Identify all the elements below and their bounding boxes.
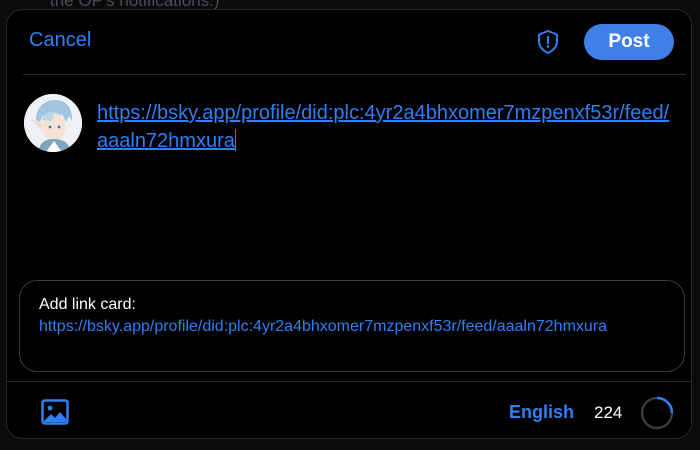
post-text-content: https://bsky.app/profile/did:plc:4yr2a4b… bbox=[97, 102, 670, 152]
post-composer-dialog: Cancel Post https://bsky.app/profile/did… bbox=[6, 9, 692, 439]
post-text-input[interactable]: https://bsky.app/profile/did:plc:4yr2a4b… bbox=[97, 99, 677, 155]
add-link-card-button[interactable]: Add link card: https://bsky.app/profile/… bbox=[19, 280, 685, 372]
text-caret bbox=[234, 129, 236, 151]
image-icon[interactable] bbox=[41, 399, 69, 425]
link-card-label: Add link card: bbox=[39, 296, 136, 313]
shield-alert-icon[interactable] bbox=[534, 28, 562, 56]
page: the OP's notifications.) Cancel Post htt… bbox=[0, 0, 700, 450]
remaining-character-count: 224 bbox=[594, 403, 623, 422]
language-selector[interactable]: English bbox=[509, 402, 574, 423]
character-count-ring bbox=[639, 395, 675, 431]
link-card-url: https://bsky.app/profile/did:plc:4yr2a4b… bbox=[39, 318, 608, 335]
composer-footer: English 224 bbox=[7, 382, 691, 438]
cancel-button[interactable]: Cancel bbox=[29, 29, 91, 52]
post-button[interactable]: Post bbox=[584, 24, 674, 60]
composer-header: Cancel Post bbox=[7, 10, 691, 74]
header-divider bbox=[23, 74, 686, 75]
avatar bbox=[24, 94, 82, 152]
